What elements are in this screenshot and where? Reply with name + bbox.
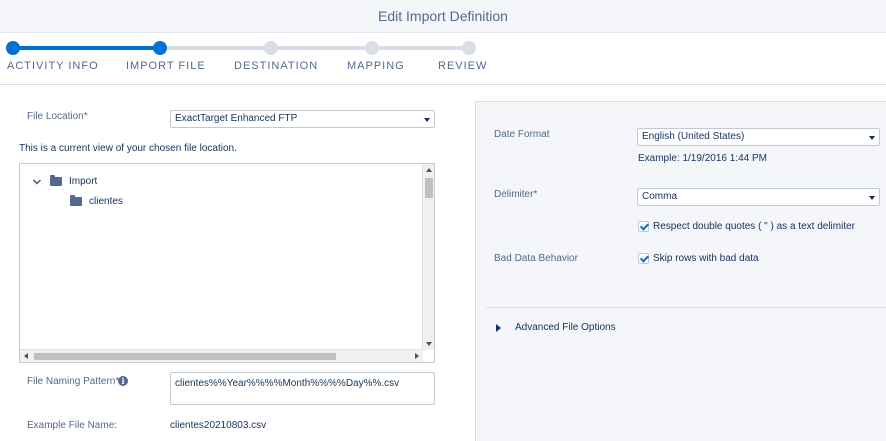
tree-item-import[interactable]: Import	[32, 175, 98, 187]
bad-data-label: Bad Data Behavior	[494, 253, 578, 264]
advanced-file-options-label: Advanced File Options	[515, 322, 616, 333]
chevron-down-icon	[869, 136, 875, 140]
delimiter-select[interactable]: Comma	[637, 188, 880, 206]
chevron-down-icon	[869, 196, 875, 200]
file-location-hint: This is a current view of your chosen fi…	[19, 143, 237, 154]
tree-item-label: clientes	[89, 196, 123, 207]
step-dot-mapping[interactable]	[365, 41, 379, 55]
naming-pattern-value: clientes%%Year%%%%Month%%%%Day%%.csv	[175, 378, 400, 389]
skip-bad-rows-checkbox[interactable]	[638, 253, 649, 264]
chevron-down-icon	[424, 118, 430, 122]
folder-open-icon	[50, 175, 62, 186]
import-file-panel: File Location* ExactTarget Enhanced FTP …	[0, 86, 470, 441]
progress-stepper: ACTIVITY INFO IMPORT FILE DESTINATION MA…	[0, 33, 886, 85]
naming-pattern-input[interactable]: clientes%%Year%%%%Month%%%%Day%%.csv	[170, 372, 435, 405]
skip-bad-rows-label: Skip rows with bad data	[653, 253, 759, 264]
file-location-select[interactable]: ExactTarget Enhanced FTP	[170, 110, 435, 128]
naming-pattern-label: File Naming Pattern*	[27, 376, 120, 387]
step-label-review[interactable]: REVIEW	[438, 60, 487, 72]
file-location-value: ExactTarget Enhanced FTP	[175, 113, 298, 124]
vertical-scroll-thumb[interactable]	[425, 178, 433, 198]
stepper-track-remaining	[161, 46, 469, 50]
file-location-label: File Location*	[27, 111, 88, 122]
info-icon[interactable]: i	[118, 376, 128, 386]
respect-quotes-label: Respect double quotes ( " ) as a text de…	[653, 221, 855, 232]
step-dot-review[interactable]	[462, 41, 476, 55]
file-options-panel: Date Format English (United States) Exam…	[475, 101, 886, 441]
horizontal-scroll-thumb[interactable]	[34, 353, 336, 360]
skip-bad-rows-option[interactable]: Skip rows with bad data	[638, 253, 759, 264]
step-label-activity-info[interactable]: ACTIVITY INFO	[7, 60, 99, 72]
date-format-select[interactable]: English (United States)	[637, 128, 880, 146]
date-format-value: English (United States)	[642, 131, 745, 142]
scroll-down-icon[interactable]	[426, 342, 432, 346]
tree-item-clientes[interactable]: clientes	[70, 195, 123, 207]
scroll-left-icon[interactable]	[24, 353, 28, 359]
advanced-file-options-toggle[interactable]: Advanced File Options	[496, 322, 616, 333]
step-label-destination[interactable]: DESTINATION	[234, 60, 318, 72]
step-dot-import-file[interactable]	[153, 41, 167, 55]
tree-item-label: Import	[69, 176, 98, 187]
step-label-import-file[interactable]: IMPORT FILE	[126, 60, 206, 72]
delimiter-label: Delimiter*	[494, 189, 538, 200]
delimiter-value: Comma	[642, 191, 678, 202]
respect-quotes-checkbox[interactable]	[638, 221, 649, 232]
scroll-up-icon[interactable]	[426, 168, 432, 172]
example-file-label: Example File Name:	[27, 420, 118, 431]
step-label-mapping[interactable]: MAPPING	[347, 60, 405, 72]
section-divider	[486, 307, 886, 308]
chevron-down-icon[interactable]	[32, 177, 42, 187]
example-file-value: clientes20210803.csv	[170, 420, 267, 431]
title-bar: Edit Import Definition	[0, 0, 886, 33]
respect-quotes-option[interactable]: Respect double quotes ( " ) as a text de…	[638, 221, 855, 232]
step-dot-activity-info[interactable]	[6, 41, 20, 55]
file-browser[interactable]: Import clientes	[19, 163, 435, 363]
step-dot-destination[interactable]	[264, 41, 278, 55]
folder-icon	[70, 195, 82, 206]
scroll-right-icon[interactable]	[415, 353, 419, 359]
page-title: Edit Import Definition	[378, 8, 508, 24]
stepper-track-complete	[13, 46, 161, 50]
vertical-scrollbar[interactable]	[422, 164, 434, 350]
horizontal-scrollbar[interactable]	[20, 349, 423, 362]
chevron-right-icon[interactable]	[496, 323, 501, 332]
date-format-label: Date Format	[494, 129, 550, 140]
date-format-example: Example: 1/19/2016 1:44 PM	[638, 153, 767, 164]
